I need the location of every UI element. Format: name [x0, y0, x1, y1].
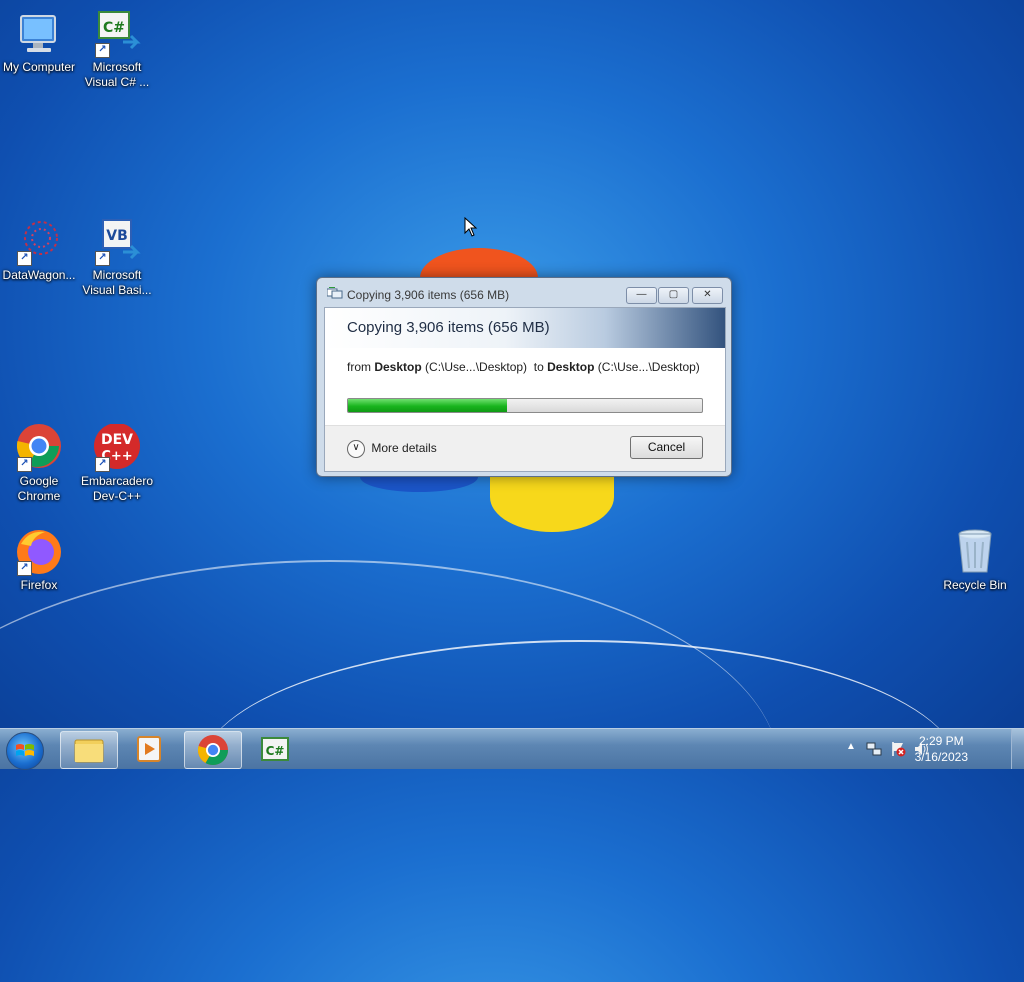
more-details-toggle[interactable]: ∨ More details: [347, 440, 437, 458]
desktop-icon-label: Visual C# ...: [84, 75, 150, 89]
desktop-icon-visual-basic[interactable]: VB ↗ Microsoft Visual Basi...: [78, 218, 156, 298]
progress-fill: [348, 399, 508, 412]
desktop-icon-datawagon[interactable]: ↗ DataWagon...: [0, 218, 78, 283]
dev-cpp-icon: DEV C++ ↗: [93, 423, 141, 472]
shortcut-arrow-icon: ↗: [17, 561, 32, 576]
svg-text:C#: C#: [103, 20, 125, 36]
copy-files-icon: [327, 287, 343, 299]
show-hidden-icon[interactable]: ▲: [846, 741, 856, 752]
datawagon-icon: ↗: [15, 218, 63, 266]
destination-folder-path: (C:\Use...\Desktop): [597, 360, 700, 374]
desktop-icon-label: Embarcadero: [80, 474, 154, 488]
dialog-content: Copying 3,906 items (656 MB) from Deskto…: [324, 307, 726, 472]
mouse-cursor-icon: [464, 217, 478, 237]
folder-icon: [74, 739, 104, 763]
from-prefix: from: [347, 360, 371, 374]
desktop-icon-label: Microsoft: [92, 268, 142, 282]
computer-icon: [15, 10, 63, 58]
desktop-icon-label: Visual Basi...: [82, 283, 152, 297]
desktop-icon-visual-csharp[interactable]: C# ↗ Microsoft Visual C# ...: [78, 10, 156, 90]
taskbar: C# ▲ 2:29 PM 3/16/2023: [0, 728, 1024, 770]
svg-text:VB: VB: [106, 228, 128, 244]
desktop-icon-label: Dev-C++: [92, 489, 142, 503]
network-icon[interactable]: [866, 741, 882, 757]
taskbar-item-media-player[interactable]: [122, 731, 178, 767]
taskbar-item-windows-explorer[interactable]: [60, 731, 118, 769]
desktop-icon-label: Recycle Bin: [943, 578, 1007, 592]
destination-folder-name: Desktop: [547, 360, 595, 374]
source-folder-name: Desktop: [374, 360, 422, 374]
chrome-icon: ↗: [15, 424, 63, 472]
media-player-icon: [137, 736, 161, 762]
desktop-icon-google-chrome[interactable]: ↗ Google Chrome: [0, 424, 78, 504]
desktop-icon-firefox[interactable]: ↗ Firefox: [0, 528, 78, 593]
dialog-header-band: Copying 3,906 items (656 MB): [325, 308, 725, 348]
visual-basic-icon: VB ↗: [93, 218, 141, 266]
dialog-titlebar[interactable]: Copying 3,906 items (656 MB) — ▢ ✕: [317, 278, 731, 308]
cancel-button[interactable]: Cancel: [630, 436, 703, 459]
shortcut-arrow-icon: ↗: [95, 251, 110, 266]
action-center-icon[interactable]: [890, 741, 906, 757]
shortcut-arrow-icon: ↗: [95, 457, 110, 472]
windows-logo-icon: [16, 744, 34, 756]
shortcut-arrow-icon: ↗: [17, 457, 32, 472]
desktop-icon-label: Google: [19, 474, 59, 488]
minimize-button[interactable]: —: [626, 287, 657, 304]
visual-csharp-icon: C#: [261, 737, 289, 761]
dialog-title: Copying 3,906 items (656 MB): [347, 288, 510, 302]
close-button[interactable]: ✕: [692, 287, 723, 304]
start-button[interactable]: [6, 732, 44, 770]
more-details-label: More details: [371, 441, 437, 456]
recycle-bin-icon: [951, 528, 999, 576]
taskbar-item-visual-csharp[interactable]: C#: [246, 731, 302, 767]
desktop-icon-label: Microsoft: [92, 60, 142, 74]
shortcut-arrow-icon: ↗: [17, 251, 32, 266]
chevron-down-icon: ∨: [347, 440, 365, 458]
restore-button[interactable]: ▢: [658, 287, 689, 304]
desktop-icon-recycle-bin[interactable]: Recycle Bin: [936, 528, 1014, 593]
dialog-footer: ∨ More details Cancel: [325, 425, 725, 471]
copy-status-title: Copying 3,906 items (656 MB): [347, 319, 550, 336]
desktop-icon-label: Firefox: [20, 578, 58, 592]
copy-source-destination: from Desktop (C:\Use...\Desktop) to Desk…: [347, 360, 700, 374]
desktop-icon-my-computer[interactable]: My Computer: [0, 10, 78, 75]
shortcut-arrow-icon: ↗: [95, 43, 110, 58]
svg-text:DEV: DEV: [101, 432, 133, 448]
desktop-icon-label: My Computer: [2, 60, 76, 74]
firefox-icon: ↗: [15, 528, 63, 576]
source-folder-path: (C:\Use...\Desktop): [425, 360, 528, 374]
taskbar-item-google-chrome[interactable]: [184, 731, 242, 769]
desktop-icon-dev-cpp[interactable]: DEV C++ ↗ Embarcadero Dev-C++: [78, 423, 156, 504]
copy-progress-dialog[interactable]: Copying 3,906 items (656 MB) — ▢ ✕ Copyi…: [316, 277, 732, 477]
taskbar-clock[interactable]: 2:29 PM 3/16/2023: [915, 733, 968, 765]
clock-date: 3/16/2023: [914, 750, 968, 764]
to-prefix: to: [533, 360, 544, 374]
show-desktop-button[interactable]: [1011, 729, 1024, 769]
desktop-icon-label: DataWagon...: [2, 268, 76, 282]
chrome-icon: [197, 735, 228, 766]
clock-time: 2:29 PM: [918, 734, 964, 748]
desktop-icon-label: Chrome: [17, 489, 61, 503]
copy-progress-bar: [347, 398, 703, 413]
svg-text:C#: C#: [266, 744, 285, 758]
visual-csharp-icon: C# ↗: [93, 10, 141, 58]
